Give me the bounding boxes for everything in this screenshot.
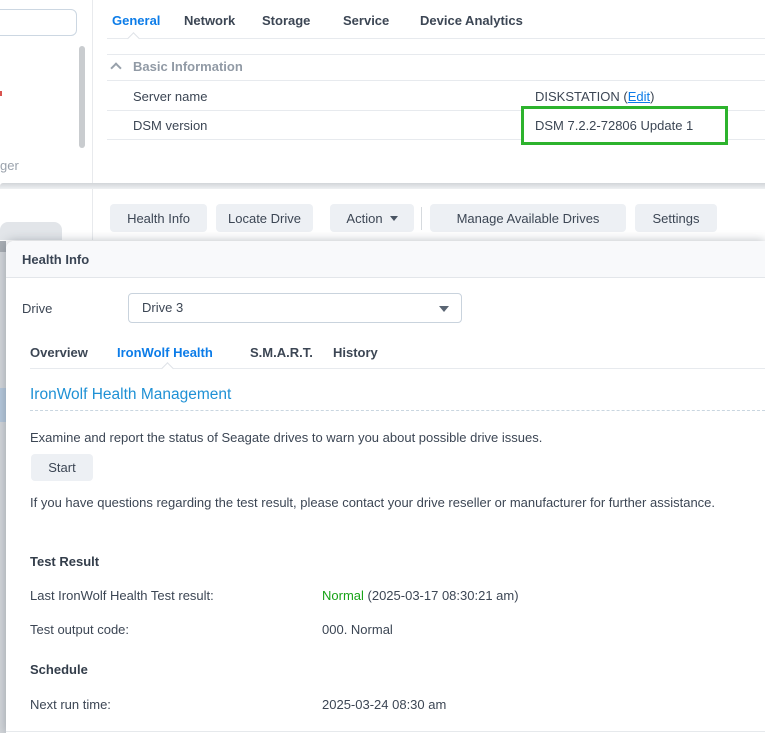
start-button[interactable]: Start (31, 454, 93, 481)
window-top-edge (0, 183, 765, 189)
description-text: Examine and report the status of Seagate… (30, 427, 750, 449)
tab-general[interactable]: General (112, 13, 160, 28)
edit-link[interactable]: Edit (628, 89, 650, 104)
server-name-text: DISKSTATION ( (535, 89, 628, 104)
divider (107, 80, 765, 81)
dialog-tab-history[interactable]: History (333, 345, 378, 360)
server-name-value: DISKSTATION (Edit) (535, 89, 654, 104)
dialog-title: Health Info (22, 241, 89, 278)
background-panel-edge (0, 222, 62, 240)
server-name-text-close: ) (650, 89, 654, 104)
manage-drives-button-label: Manage Available Drives (457, 211, 600, 226)
last-test-value: Normal (2025-03-17 08:30:21 am) (322, 588, 519, 603)
next-run-value: 2025-03-24 08:30 am (322, 697, 446, 712)
manage-available-drives-button[interactable]: Manage Available Drives (430, 204, 626, 232)
sidebar-divider (92, 0, 93, 183)
settings-button[interactable]: Settings (635, 204, 717, 232)
panel-divider (92, 189, 93, 240)
server-name-label: Server name (133, 89, 207, 104)
dsm-version-highlight-box: DSM 7.2.2-72806 Update 1 (521, 106, 728, 145)
toolbar-separator (421, 207, 422, 230)
screen: General Network Storage Service Device A… (0, 0, 765, 733)
chevron-down-icon (439, 306, 449, 312)
health-info-button-label: Health Info (127, 211, 190, 226)
collapse-chevron-icon[interactable] (110, 62, 121, 73)
tab-network[interactable]: Network (184, 13, 235, 28)
basic-information-header[interactable]: Basic Information (133, 59, 243, 74)
drive-select[interactable]: Drive 3 (128, 293, 462, 323)
settings-button-label: Settings (653, 211, 700, 226)
chevron-down-icon (390, 216, 398, 221)
next-run-label: Next run time: (30, 697, 111, 712)
start-button-label: Start (48, 460, 75, 475)
dsm-version-value: DSM 7.2.2-72806 Update 1 (535, 118, 693, 133)
schedule-heading: Schedule (30, 662, 88, 677)
output-code-label: Test output code: (30, 622, 129, 637)
output-code-value: 000. Normal (322, 622, 393, 637)
dashed-divider (30, 410, 765, 411)
locate-drive-button[interactable]: Locate Drive (216, 204, 313, 232)
locate-drive-button-label: Locate Drive (228, 211, 301, 226)
dialog-bottom-divider (6, 731, 765, 732)
tab-storage[interactable]: Storage (262, 13, 310, 28)
health-info-dialog: Health Info Drive Drive 3 Overview IronW… (6, 241, 765, 733)
sidebar-badge-fragment (0, 91, 2, 96)
tab-underline (107, 38, 765, 39)
search-input[interactable] (0, 9, 77, 36)
drive-label: Drive (22, 301, 52, 316)
dialog-tab-ironwolf-health[interactable]: IronWolf Health (117, 345, 213, 360)
sidebar-scrollbar[interactable] (79, 46, 85, 148)
dialog-tab-overview[interactable]: Overview (30, 345, 88, 360)
dsm-version-label: DSM version (133, 118, 207, 133)
health-info-button[interactable]: Health Info (110, 204, 207, 232)
window-title-fragment: ger (0, 158, 19, 173)
drive-select-value: Drive 3 (142, 294, 183, 322)
test-result-heading: Test Result (30, 554, 99, 569)
last-test-label: Last IronWolf Health Test result: (30, 588, 214, 603)
status-normal: Normal (322, 588, 364, 603)
action-button-label: Action (346, 211, 382, 226)
divider (107, 54, 765, 55)
dialog-active-tab-notch (161, 362, 174, 375)
dialog-tab-underline (30, 368, 765, 369)
action-dropdown-button[interactable]: Action (330, 204, 414, 232)
dialog-header[interactable]: Health Info (6, 241, 765, 278)
tab-service[interactable]: Service (343, 13, 389, 28)
ironwolf-heading: IronWolf Health Management (30, 386, 231, 404)
tab-device-analytics[interactable]: Device Analytics (420, 13, 523, 28)
dialog-tab-smart[interactable]: S.M.A.R.T. (250, 345, 313, 360)
active-tab-notch (127, 32, 140, 45)
last-test-timestamp: (2025-03-17 08:30:21 am) (364, 588, 519, 603)
note-text: If you have questions regarding the test… (30, 492, 736, 514)
